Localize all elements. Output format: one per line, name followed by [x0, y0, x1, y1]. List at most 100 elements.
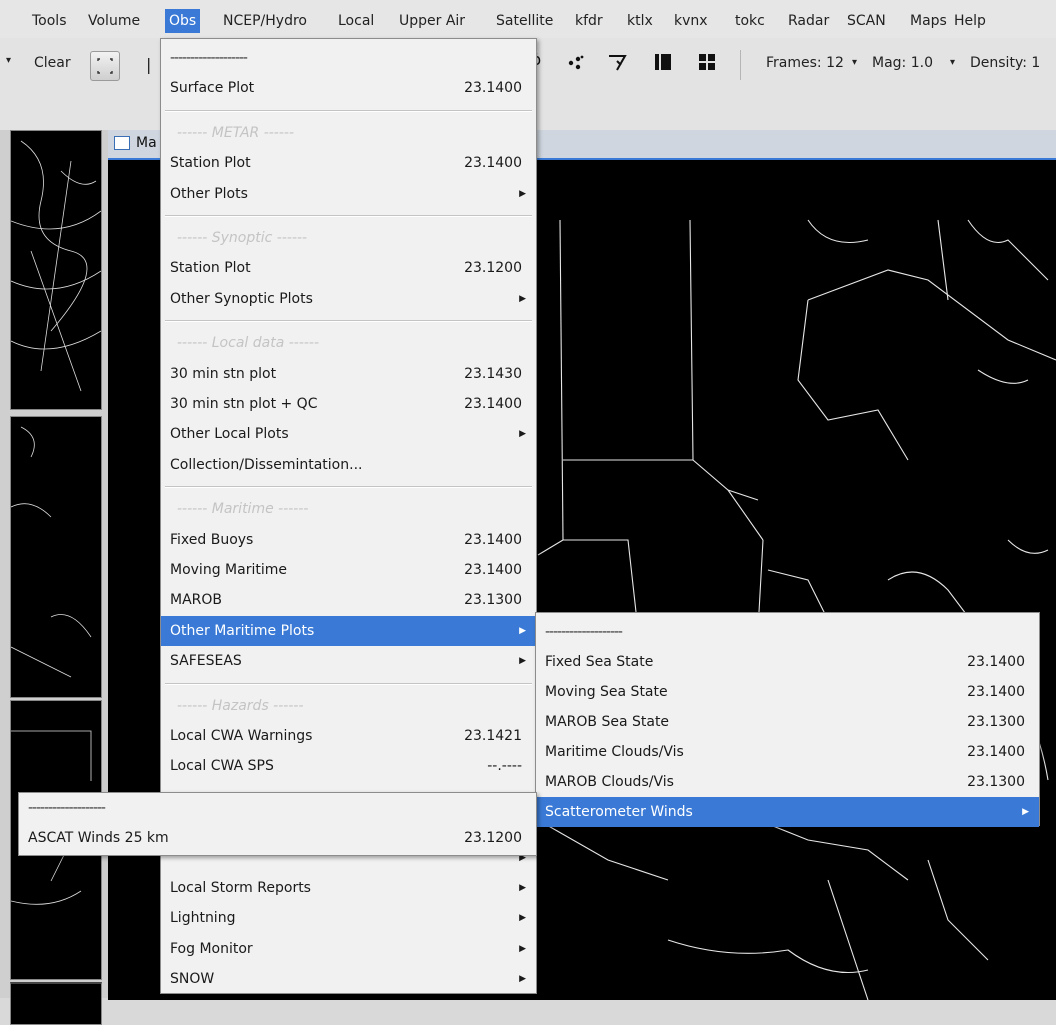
- menu-item-maritime-clouds-vis[interactable]: Maritime Clouds/Vis 23.1400: [536, 737, 1039, 767]
- menu-item-label: 30 min stn plot: [170, 365, 277, 382]
- menu-item-fixed-sea-state[interactable]: Fixed Sea State 23.1400: [536, 647, 1039, 677]
- other-maritime-plots-submenu: ------------------- Fixed Sea State 23.140…: [535, 612, 1040, 827]
- toolbar-partial-icon[interactable]: |: [146, 55, 151, 74]
- menu-item-local-storm-reports[interactable]: Local Storm Reports ▶: [161, 873, 536, 903]
- menu-item-scatterometer-winds[interactable]: Scatterometer Winds ▶: [536, 797, 1039, 827]
- menu-item-surface-plot[interactable]: Surface Plot 23.1400: [161, 73, 536, 103]
- menu-item-station-plot[interactable]: Station Plot 23.1400: [161, 148, 536, 178]
- menu-tearoff[interactable]: -------------------: [19, 793, 536, 823]
- menu-item-label: ------ Local data ------: [177, 335, 320, 352]
- menu-item-marob[interactable]: MAROB 23.1300: [161, 585, 536, 615]
- single-panel-icon[interactable]: [653, 52, 673, 72]
- mag-dropdown[interactable]: Mag: 1.0: [872, 55, 933, 71]
- menu-item-marob-clouds-vis[interactable]: MAROB Clouds/Vis 23.1300: [536, 767, 1039, 797]
- menu-item-label: ------ METAR ------: [177, 124, 295, 141]
- menu-ktlx[interactable]: ktlx: [627, 11, 653, 31]
- menu-separator: [165, 215, 532, 217]
- menu-item-label: Collection/Dissemintation...: [170, 456, 363, 473]
- menu-section-header: ------ Synoptic ------: [161, 223, 536, 253]
- submenu-arrow-icon: ▶: [519, 656, 526, 667]
- menu-kfdr[interactable]: kfdr: [575, 11, 603, 31]
- menu-item-time: 23.1300: [967, 774, 1025, 790]
- submenu-arrow-icon: ▶: [519, 913, 526, 924]
- menu-item-label: MAROB: [170, 592, 223, 609]
- menu-separator: [165, 109, 532, 112]
- menu-item-time: 23.1400: [967, 684, 1025, 700]
- menu-item-snow[interactable]: SNOW ▶: [161, 964, 536, 994]
- menu-separator: [165, 682, 532, 685]
- menu-maps[interactable]: Maps: [910, 11, 947, 31]
- menu-item-label: Station Plot: [170, 260, 251, 277]
- wind-barb-icon[interactable]: [606, 51, 628, 73]
- menu-tearoff[interactable]: -------------------: [536, 617, 1039, 647]
- menu-item-label: -------------------: [545, 624, 623, 640]
- menu-scan[interactable]: SCAN: [847, 11, 886, 31]
- menu-kvnx[interactable]: kvnx: [674, 11, 708, 31]
- menu-item-label: -------------------: [170, 50, 248, 66]
- thumbnail-map-1[interactable]: [10, 130, 102, 410]
- menu-item-label: MAROB Sea State: [545, 714, 670, 730]
- menu-separator: [165, 320, 532, 323]
- menu-item-lightning[interactable]: Lightning ▶: [161, 903, 536, 933]
- menu-help[interactable]: Help: [954, 11, 986, 31]
- menu-item-marob-sea-state[interactable]: MAROB Sea State 23.1300: [536, 707, 1039, 737]
- submenu-arrow-icon: ▶: [519, 293, 526, 304]
- menu-item-local-cwa-sps[interactable]: Local CWA SPS --.----: [161, 751, 536, 781]
- menu-item-moving-maritime[interactable]: Moving Maritime 23.1400: [161, 555, 536, 585]
- submenu-arrow-icon: ▶: [1022, 807, 1029, 817]
- menu-item-label: Lightning: [170, 910, 236, 927]
- map-tab-label: Ma: [136, 135, 157, 151]
- menu-item-label: Fixed Sea State: [545, 654, 654, 670]
- menu-item-time: --.----: [487, 758, 522, 775]
- menu-bar: Tools Volume Obs NCEP/Hydro Local Upper Air Sa…: [0, 0, 1056, 38]
- menu-item-label: ------ Hazards ------: [177, 697, 304, 714]
- menu-upper-air[interactable]: Upper Air: [399, 11, 465, 31]
- thumbnail-map-2[interactable]: [10, 416, 102, 698]
- menu-obs[interactable]: Obs: [165, 9, 201, 33]
- mag-chevron-icon: ▾: [950, 57, 956, 68]
- menu-section-header: ------ METAR ------: [161, 118, 536, 148]
- menu-item-label: Other Plots: [170, 185, 248, 202]
- menu-ncep-hydro[interactable]: NCEP/Hydro: [223, 11, 307, 31]
- menu-item-other-maritime-plots[interactable]: Other Maritime Plots ▶: [161, 615, 536, 646]
- menu-item-30-min-stn-plot-qc[interactable]: 30 min stn plot + QC 23.1400: [161, 389, 536, 419]
- thumbnail-panel: [0, 130, 108, 1025]
- menu-item-label: ASCAT Winds 25 km: [28, 830, 169, 846]
- menu-item-label: ------ Maritime ------: [177, 501, 309, 518]
- menu-item-other-synoptic-plots[interactable]: Other Synoptic Plots ▶: [161, 284, 536, 314]
- menu-item-label: Moving Sea State: [545, 684, 668, 700]
- menu-item-safeseas[interactable]: SAFESEAS ▶: [161, 646, 536, 676]
- menu-item-other-plots[interactable]: Other Plots ▶: [161, 179, 536, 209]
- menu-item-label: MAROB Clouds/Vis: [545, 774, 674, 790]
- scatter-dots-icon[interactable]: [566, 52, 586, 72]
- dropdown-arrow-icon[interactable]: ▾: [6, 55, 11, 66]
- menu-item-local-cwa-warnings[interactable]: Local CWA Warnings 23.1421: [161, 721, 536, 751]
- clear-button[interactable]: Clear: [34, 55, 71, 71]
- menu-item-moving-sea-state[interactable]: Moving Sea State 23.1400: [536, 677, 1039, 707]
- menu-item-station-plot[interactable]: Station Plot 23.1200: [161, 253, 536, 283]
- menu-item-other-local-plots[interactable]: Other Local Plots ▶: [161, 419, 536, 449]
- menu-radar[interactable]: Radar: [788, 11, 829, 31]
- zoom-extent-button[interactable]: [90, 51, 120, 81]
- menu-item-30-min-stn-plot[interactable]: 30 min stn plot 23.1430: [161, 359, 536, 389]
- menu-tokc[interactable]: tokc: [735, 11, 765, 31]
- menu-item-collection-dissemintation[interactable]: Collection/Dissemintation...: [161, 450, 536, 480]
- menu-tools[interactable]: Tools: [32, 11, 67, 31]
- menu-tearoff[interactable]: -------------------: [161, 43, 536, 73]
- menu-item-label: Fixed Buoys: [170, 531, 254, 548]
- submenu-arrow-icon: ▶: [519, 429, 526, 440]
- menu-volume[interactable]: Volume: [88, 11, 140, 31]
- menu-item-ascat-winds-25-km[interactable]: ASCAT Winds 25 km 23.1200: [19, 823, 536, 853]
- frames-dropdown[interactable]: Frames: 12: [766, 55, 844, 71]
- density-dropdown[interactable]: Density: 1: [970, 55, 1040, 71]
- thumbnail-map-4[interactable]: [10, 982, 102, 1025]
- menu-local[interactable]: Local: [338, 11, 374, 31]
- menu-item-time: 23.1400: [464, 80, 522, 97]
- menu-item-fixed-buoys[interactable]: Fixed Buoys 23.1400: [161, 525, 536, 555]
- menu-item-time: 23.1430: [464, 365, 522, 382]
- menu-item-label: 30 min stn plot + QC: [170, 396, 318, 412]
- four-panel-icon[interactable]: [697, 52, 717, 72]
- menu-item-label: Other Local Plots: [170, 426, 289, 443]
- menu-item-fog-monitor[interactable]: Fog Monitor ▶: [161, 934, 536, 964]
- menu-satellite[interactable]: Satellite: [496, 11, 553, 31]
